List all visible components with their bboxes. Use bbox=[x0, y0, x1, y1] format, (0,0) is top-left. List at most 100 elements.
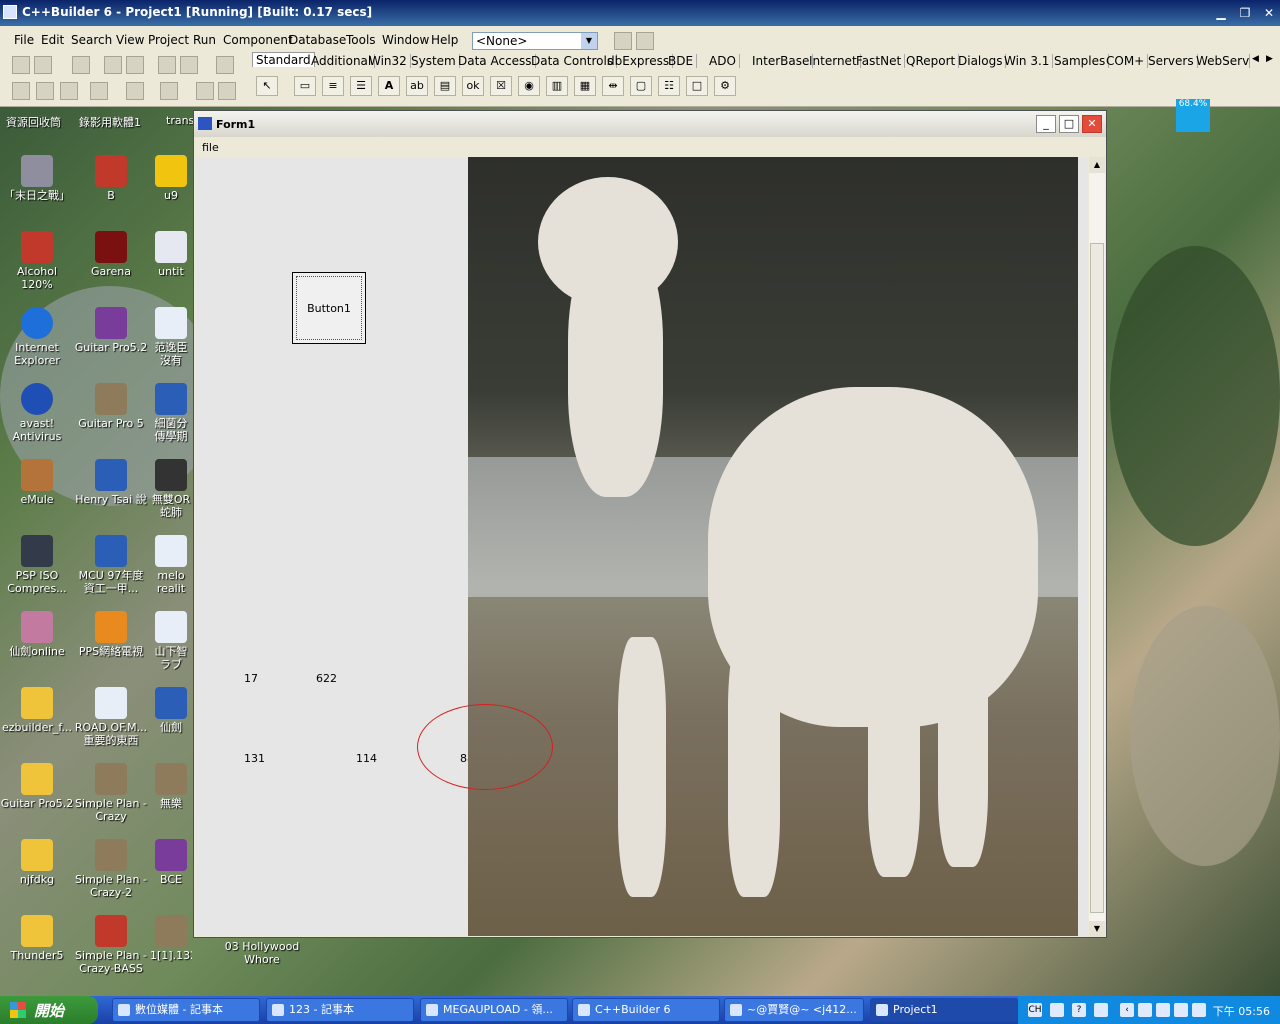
desktop-icon-shortcut[interactable]: u9 bbox=[150, 155, 192, 202]
tab-scroll-right-icon[interactable]: ▶ bbox=[1266, 54, 1273, 64]
task-megaupload[interactable]: MEGAUPLOAD - 領... bbox=[420, 998, 568, 1022]
menu-run[interactable]: Run bbox=[193, 33, 216, 47]
desktop-icon-label[interactable]: trans bbox=[166, 114, 194, 127]
desktop-icon-shortcut[interactable]: melo realit bbox=[150, 535, 192, 595]
desktop-icon-shortcut[interactable]: Internet Explorer bbox=[0, 307, 74, 367]
open-project-icon[interactable] bbox=[126, 56, 144, 74]
desktop-icon-shortcut[interactable]: 山下智 ラブ bbox=[150, 611, 192, 671]
menu-file[interactable]: File bbox=[14, 33, 34, 47]
desktop-icon-shortcut[interactable]: Guitar Pro5.2 bbox=[0, 763, 74, 810]
desktop-icon-shortcut[interactable]: BCE bbox=[150, 839, 192, 886]
scrollbar-icon[interactable]: ⇹ bbox=[602, 76, 624, 96]
restore-icon[interactable]: ❐ bbox=[1236, 5, 1254, 21]
network-icon[interactable] bbox=[1138, 1003, 1152, 1017]
desktop-icon-label[interactable]: 錄影用軟體1 bbox=[79, 114, 141, 130]
desktop-icon-shortcut[interactable]: 無雙OR 蛇肺 bbox=[150, 459, 192, 519]
new-file-icon[interactable] bbox=[12, 56, 30, 74]
desktop-icon-shortcut[interactable]: Guitar Pro5.2 bbox=[74, 307, 148, 354]
scroll-down-icon[interactable]: ▼ bbox=[1089, 921, 1105, 937]
add-to-project-icon[interactable] bbox=[158, 56, 176, 74]
new-form-icon[interactable] bbox=[90, 82, 108, 100]
listbox-icon[interactable]: ▥ bbox=[546, 76, 568, 96]
language-indicator[interactable]: CH bbox=[1028, 1003, 1042, 1017]
remove-from-project-icon[interactable] bbox=[180, 56, 198, 74]
open-folder-icon[interactable] bbox=[34, 56, 52, 74]
desktop-icon-shortcut[interactable]: 仙劍 bbox=[150, 687, 192, 734]
radiobutton-icon[interactable]: ◉ bbox=[518, 76, 540, 96]
trace-into-icon[interactable] bbox=[196, 82, 214, 100]
radiogroup-icon[interactable]: ☷ bbox=[658, 76, 680, 96]
desktop-icon-shortcut[interactable]: avast! Antivirus bbox=[0, 383, 74, 443]
menu-edit[interactable]: Edit bbox=[41, 33, 64, 47]
toggle-icon-2[interactable] bbox=[636, 32, 654, 50]
edit-icon[interactable]: ab bbox=[406, 76, 428, 96]
desktop-icon-shortcut[interactable]: 范逸臣 沒有 bbox=[150, 307, 192, 367]
groupbox-icon[interactable]: ▢ bbox=[630, 76, 652, 96]
step-over-icon[interactable] bbox=[218, 82, 236, 100]
panel-icon[interactable]: □ bbox=[686, 76, 708, 96]
popupmenu-icon[interactable]: ☰ bbox=[350, 76, 372, 96]
desktop-icon-label[interactable]: 資源回收筒 bbox=[6, 114, 61, 130]
desktop-icon-shortcut[interactable]: Thunder5 bbox=[0, 915, 74, 962]
desktop-icon-shortcut[interactable]: ezbuilder_f... bbox=[0, 687, 74, 734]
desktop-icon-shortcut[interactable]: MCU 97年度 資工一甲... bbox=[74, 535, 148, 595]
mainmenu-icon[interactable]: ≡ bbox=[322, 76, 344, 96]
desktop-icon-shortcut[interactable]: Garena bbox=[74, 231, 148, 278]
tab-win31[interactable]: Win 3.1 bbox=[1001, 54, 1054, 68]
form-vertical-scrollbar[interactable]: ▲ ▼ bbox=[1089, 157, 1105, 937]
desktop-icon-shortcut[interactable]: Henry Tsai 說 bbox=[74, 459, 148, 506]
tab-qreport[interactable]: QReport bbox=[903, 54, 960, 68]
frame-icon[interactable]: ▭ bbox=[294, 76, 316, 96]
combobox-icon[interactable]: ▦ bbox=[574, 76, 596, 96]
desktop-icon-shortcut[interactable]: PSP ISO Compres... bbox=[0, 535, 74, 595]
view-unit-icon[interactable] bbox=[12, 82, 30, 100]
form1-title-bar[interactable]: Form1 _ □ ✕ bbox=[194, 111, 1106, 137]
tab-bde[interactable]: BDE bbox=[665, 54, 698, 68]
scrollbar-thumb[interactable] bbox=[1090, 243, 1104, 913]
tab-samples[interactable]: Samples bbox=[1051, 54, 1110, 68]
actionlist-icon[interactable]: ⚙ bbox=[714, 76, 736, 96]
tab-dbexpress[interactable]: dbExpress bbox=[604, 54, 674, 68]
menu-tools[interactable]: Tools bbox=[346, 33, 376, 47]
menu-search[interactable]: Search bbox=[71, 33, 112, 47]
button1[interactable]: Button1 bbox=[292, 272, 366, 344]
task-messenger[interactable]: ~@賈賢@~ <j412... bbox=[724, 998, 864, 1022]
desktop-icon-shortcut[interactable]: njfdkg bbox=[0, 839, 74, 886]
tab-interbase[interactable]: InterBase bbox=[749, 54, 814, 68]
toggle-icon[interactable] bbox=[614, 32, 632, 50]
desktop-icon-shortcut[interactable]: 仙劍online bbox=[0, 611, 74, 658]
task-notepad-digital[interactable]: 數位媒體 - 記事本 bbox=[112, 998, 260, 1022]
desktop-icon-shortcut[interactable]: 「末日之戰」 bbox=[0, 155, 74, 202]
button-icon[interactable]: ok bbox=[462, 76, 484, 96]
desktop-icon-shortcut[interactable]: Simple Plan - Crazy bbox=[74, 763, 148, 823]
help-book-icon[interactable] bbox=[216, 56, 234, 74]
pause-icon[interactable] bbox=[160, 82, 178, 100]
desktop-icon-shortcut[interactable]: B bbox=[74, 155, 148, 202]
tab-servers[interactable]: Servers bbox=[1145, 54, 1198, 68]
task-notepad-123[interactable]: 123 - 記事本 bbox=[266, 998, 414, 1022]
start-button[interactable]: 開始 bbox=[0, 996, 98, 1024]
checkbox-icon[interactable]: ☒ bbox=[490, 76, 512, 96]
pointer-icon[interactable]: ↖ bbox=[256, 76, 278, 96]
desktop-icon-shortcut[interactable]: Alcohol 120% bbox=[0, 231, 74, 291]
toggle-form-unit-icon[interactable] bbox=[60, 82, 78, 100]
form-menu-file[interactable]: file bbox=[202, 141, 219, 154]
desktop-icon-shortcut[interactable]: 1[1].13231... bbox=[150, 915, 192, 962]
menu-project[interactable]: Project bbox=[148, 33, 189, 47]
desktop-icon-shortcut[interactable]: Guitar Pro 5 bbox=[74, 383, 148, 430]
desktop-icon-shortcut[interactable]: ROAD.OF.M... 重要的東西 bbox=[74, 687, 148, 747]
tab-win32[interactable]: Win32 bbox=[366, 54, 411, 68]
minimize-icon[interactable]: _ bbox=[1036, 115, 1056, 133]
save-all-icon[interactable] bbox=[104, 56, 122, 74]
tab-scroll-left-icon[interactable]: ◀ bbox=[1252, 54, 1259, 64]
desktop-icon-shortcut[interactable]: 無樂 bbox=[150, 763, 192, 810]
maximize-icon[interactable]: □ bbox=[1059, 115, 1079, 133]
tab-webservices[interactable]: WebServic bbox=[1193, 54, 1250, 68]
minimize-icon[interactable]: ▁ bbox=[1212, 5, 1230, 21]
label-icon[interactable]: A bbox=[378, 76, 400, 96]
menu-view[interactable]: View bbox=[116, 33, 144, 47]
desktop-icon-shortcut[interactable]: Simple Plan - Crazy-BASS bbox=[74, 915, 148, 975]
tab-dialogs[interactable]: Dialogs bbox=[955, 54, 1007, 68]
memo-icon[interactable]: ▤ bbox=[434, 76, 456, 96]
tab-standard[interactable]: Standard bbox=[252, 52, 315, 67]
